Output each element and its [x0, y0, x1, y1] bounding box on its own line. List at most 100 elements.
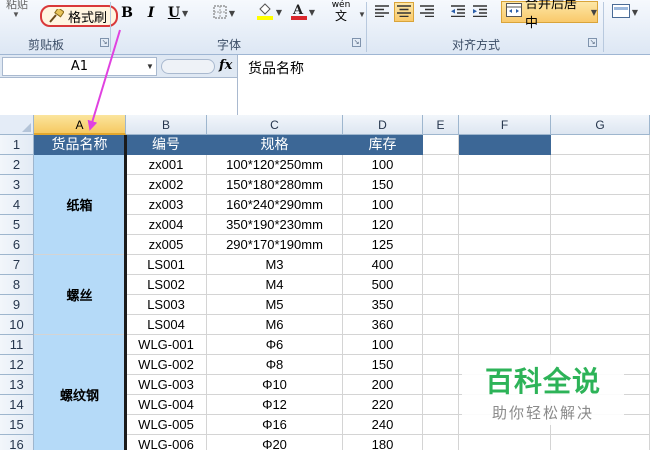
empty-cell[interactable] — [459, 295, 551, 315]
empty-cell[interactable] — [459, 235, 551, 255]
bold-button[interactable]: B — [119, 3, 135, 23]
empty-cell[interactable] — [423, 155, 459, 175]
empty-cell[interactable] — [551, 155, 650, 175]
select-all-button[interactable] — [0, 115, 34, 135]
fx-icon[interactable]: fx — [219, 58, 232, 73]
code-cell[interactable]: zx004 — [126, 215, 207, 235]
header-cell[interactable] — [459, 135, 551, 155]
empty-cell[interactable] — [423, 235, 459, 255]
empty-cell[interactable] — [423, 195, 459, 215]
empty-cell[interactable] — [459, 315, 551, 335]
empty-cell[interactable] — [423, 435, 459, 450]
empty-cell[interactable] — [459, 255, 551, 275]
stock-cell[interactable]: 200 — [343, 375, 423, 395]
spec-cell[interactable]: M3 — [207, 255, 343, 275]
row-header-13[interactable]: 13 — [0, 375, 34, 395]
empty-cell[interactable] — [459, 155, 551, 175]
spec-cell[interactable]: Φ12 — [207, 395, 343, 415]
group-name-cell[interactable]: 纸箱 — [34, 155, 126, 255]
row-header-10[interactable]: 10 — [0, 315, 34, 335]
border-button[interactable]: ▼ — [208, 3, 240, 23]
code-cell[interactable]: WLG-003 — [126, 375, 207, 395]
stock-cell[interactable]: 400 — [343, 255, 423, 275]
empty-cell[interactable] — [459, 195, 551, 215]
code-cell[interactable]: zx003 — [126, 195, 207, 215]
stock-cell[interactable]: 125 — [343, 235, 423, 255]
format-painter-button[interactable]: 格式刷 — [40, 5, 118, 27]
row-header-11[interactable]: 11 — [0, 335, 34, 355]
spec-cell[interactable]: M5 — [207, 295, 343, 315]
font-color-button[interactable]: A ▼ — [287, 2, 319, 22]
row-header-8[interactable]: 8 — [0, 275, 34, 295]
column-header-e[interactable]: E — [423, 115, 459, 135]
stock-cell[interactable]: 150 — [343, 355, 423, 375]
code-cell[interactable]: LS001 — [126, 255, 207, 275]
code-cell[interactable]: WLG-002 — [126, 355, 207, 375]
stock-cell[interactable]: 500 — [343, 275, 423, 295]
stock-cell[interactable]: 150 — [343, 175, 423, 195]
row-header-6[interactable]: 6 — [0, 235, 34, 255]
stock-cell[interactable]: 100 — [343, 335, 423, 355]
row-header-3[interactable]: 3 — [0, 175, 34, 195]
empty-cell[interactable] — [459, 435, 551, 450]
row-header-5[interactable]: 5 — [0, 215, 34, 235]
empty-cell[interactable] — [551, 435, 650, 450]
row-header-9[interactable]: 9 — [0, 295, 34, 315]
spec-cell[interactable]: Φ6 — [207, 335, 343, 355]
spec-cell[interactable]: 350*190*230mm — [207, 215, 343, 235]
empty-cell[interactable] — [423, 395, 459, 415]
spec-cell[interactable]: Φ10 — [207, 375, 343, 395]
empty-cell[interactable] — [423, 255, 459, 275]
header-cell[interactable]: 规格 — [207, 135, 343, 155]
fill-color-button[interactable]: ▼ — [252, 2, 286, 22]
empty-cell[interactable] — [459, 335, 551, 355]
code-cell[interactable]: WLG-006 — [126, 435, 207, 450]
empty-cell[interactable] — [551, 195, 650, 215]
decrease-indent-button[interactable] — [448, 2, 468, 22]
row-header-16[interactable]: 16 — [0, 435, 34, 450]
row-header-14[interactable]: 14 — [0, 395, 34, 415]
empty-cell[interactable] — [551, 315, 650, 335]
header-cell[interactable]: 货品名称 — [34, 135, 126, 155]
number-format-button[interactable]: ▼ — [610, 2, 640, 22]
row-header-2[interactable]: 2 — [0, 155, 34, 175]
row-header-12[interactable]: 12 — [0, 355, 34, 375]
empty-cell[interactable] — [423, 275, 459, 295]
column-header-g[interactable]: G — [551, 115, 650, 135]
underline-button[interactable]: U ▼ — [166, 3, 190, 23]
empty-cell[interactable] — [551, 215, 650, 235]
phonetic-dropdown-icon[interactable]: ▼ — [358, 10, 366, 19]
align-right-button[interactable] — [417, 2, 437, 22]
italic-button[interactable]: I — [143, 3, 159, 23]
stock-cell[interactable]: 350 — [343, 295, 423, 315]
increase-indent-button[interactable] — [470, 2, 490, 22]
row-header-7[interactable]: 7 — [0, 255, 34, 275]
spec-cell[interactable]: 290*170*190mm — [207, 235, 343, 255]
stock-cell[interactable]: 100 — [343, 195, 423, 215]
header-cell[interactable]: 编号 — [126, 135, 207, 155]
empty-cell[interactable] — [459, 175, 551, 195]
stock-cell[interactable]: 180 — [343, 435, 423, 450]
align-center-button[interactable] — [394, 2, 414, 22]
group-name-cell[interactable]: 螺丝 — [34, 255, 126, 335]
code-cell[interactable]: zx005 — [126, 235, 207, 255]
code-cell[interactable]: WLG-004 — [126, 395, 207, 415]
empty-cell[interactable] — [423, 215, 459, 235]
column-header-a[interactable]: A — [34, 115, 126, 135]
code-cell[interactable]: zx001 — [126, 155, 207, 175]
code-cell[interactable]: LS004 — [126, 315, 207, 335]
column-header-b[interactable]: B — [126, 115, 207, 135]
code-cell[interactable]: WLG-005 — [126, 415, 207, 435]
group-name-cell[interactable]: 螺纹钢 — [34, 335, 126, 450]
spec-cell[interactable]: 100*120*250mm — [207, 155, 343, 175]
spec-cell[interactable]: Φ8 — [207, 355, 343, 375]
spec-cell[interactable]: M4 — [207, 275, 343, 295]
code-cell[interactable]: LS002 — [126, 275, 207, 295]
empty-cell[interactable] — [459, 215, 551, 235]
empty-cell[interactable] — [551, 275, 650, 295]
code-cell[interactable]: zx002 — [126, 175, 207, 195]
alignment-launcher-icon[interactable]: ↘ — [588, 38, 597, 47]
name-box-dropdown-icon[interactable]: ▼ — [146, 62, 154, 71]
column-header-d[interactable]: D — [343, 115, 423, 135]
clipboard-launcher-icon[interactable]: ↘ — [100, 38, 109, 47]
